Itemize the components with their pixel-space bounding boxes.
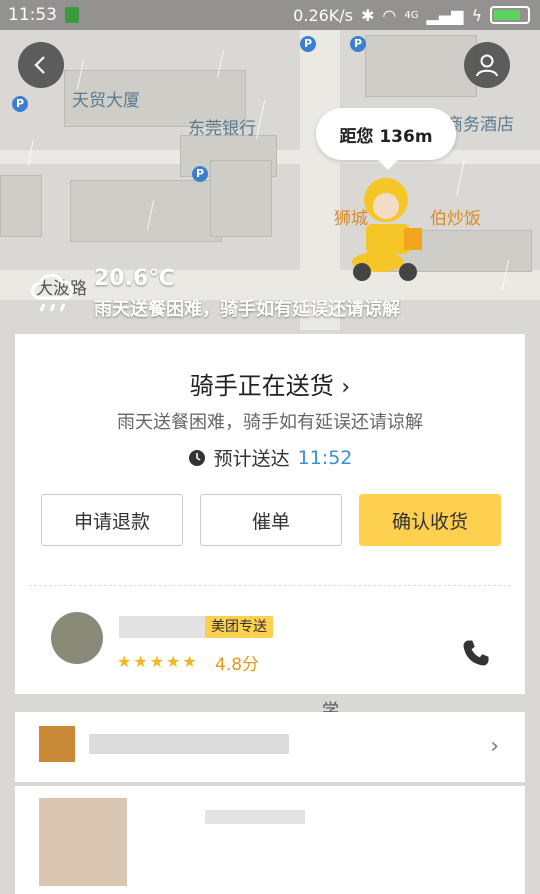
weather-banner: 20.6℃ 雨天送餐困难，骑手如有延误还请谅解 — [26, 266, 400, 321]
parking-icon: P — [12, 96, 28, 112]
status-time: 11:53 — [8, 5, 57, 25]
battery-icon — [490, 6, 530, 24]
bluetooth-icon: ✱ — [361, 5, 375, 25]
rider-rating: 4.8分 — [215, 655, 260, 675]
user-icon — [476, 54, 498, 77]
charging-icon: ϟ — [471, 5, 482, 25]
eta-label: 预计送达 — [213, 448, 290, 470]
refund-button[interactable]: 申请退款 — [41, 494, 183, 546]
order-item-row — [15, 786, 525, 894]
item-name-redacted — [205, 810, 305, 824]
eta-time: 11:52 — [297, 446, 353, 469]
rider-name-redacted — [119, 616, 207, 638]
clock-icon — [188, 449, 205, 466]
shop-image — [39, 726, 75, 762]
order-status-label: 骑手正在送货 — [189, 372, 334, 400]
order-status-subtitle: 雨天送餐困难，骑手如有延误还请谅解 — [117, 412, 423, 433]
item-image — [39, 798, 127, 886]
parking-icon: P — [350, 36, 366, 52]
rain-cloud-icon — [31, 274, 74, 312]
back-icon — [34, 56, 45, 74]
eta-row: 预计送达 11:52 — [15, 444, 525, 471]
chevron-right-icon: › — [341, 375, 351, 400]
map-label: 伯炒饭 — [430, 209, 481, 229]
weather-temperature: 20.6℃ — [94, 266, 175, 291]
parking-icon: P — [300, 36, 316, 52]
map-label: 天贸大厦 — [72, 91, 140, 111]
chevron-right-icon: › — [490, 734, 499, 759]
back-button[interactable] — [18, 42, 64, 88]
parking-icon: P — [192, 166, 208, 182]
delivery-badge: 美团专送 — [205, 616, 273, 638]
urge-order-button[interactable]: 催单 — [200, 494, 342, 546]
order-status-title[interactable]: 骑手正在送货 › — [15, 366, 525, 401]
shop-row[interactable]: › — [15, 712, 525, 782]
action-buttons: 申请退款 催单 确认收货 — [41, 494, 501, 546]
order-status-card: 骑手正在送货 › 雨天送餐困难，骑手如有延误还请谅解 预计送达 11:52 申请… — [15, 334, 525, 694]
map-label: 商务酒店 — [446, 115, 514, 135]
rating-stars: ★★★★★ — [117, 652, 199, 671]
signal-icon: ▂▄▆ — [426, 5, 464, 25]
rider-avatar — [51, 612, 103, 664]
app-notification-icon — [65, 7, 79, 23]
confirm-receipt-button[interactable]: 确认收货 — [359, 494, 501, 546]
divider — [29, 585, 511, 586]
phone-icon[interactable] — [461, 638, 491, 668]
network-speed: 0.26K/s — [293, 5, 354, 25]
signal-icon: 4G — [404, 9, 419, 21]
status-bar: 11:53 0.26K/s ✱ ◠ 4G ▂▄▆ ϟ — [0, 0, 540, 30]
wifi-icon: ◠ — [382, 5, 397, 25]
rider-info-row: 美团专送 ★★★★★ 4.8分 — [15, 596, 525, 694]
distance-bubble: 距您 136m — [316, 108, 456, 170]
weather-notice: 雨天送餐困难，骑手如有延误还请谅解 — [94, 299, 400, 320]
user-button[interactable] — [464, 42, 510, 88]
map-label: 东莞银行 — [188, 119, 256, 139]
shop-name-redacted — [89, 734, 289, 754]
